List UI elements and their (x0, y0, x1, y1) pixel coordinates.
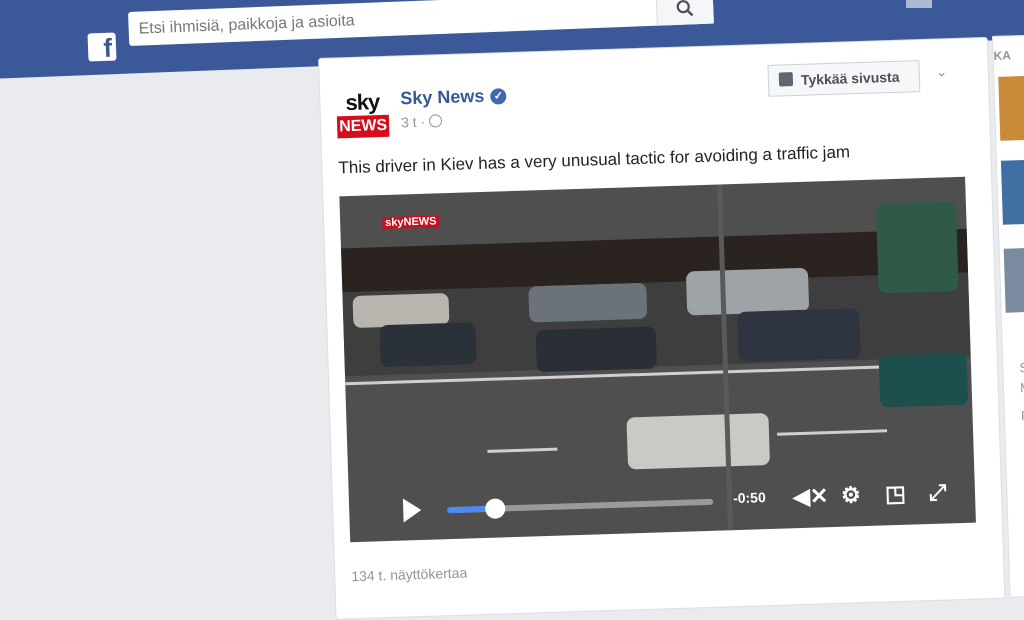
car (626, 413, 771, 470)
time-remaining: -0:50 (732, 489, 766, 507)
progress-handle[interactable] (484, 498, 506, 519)
chevron-down-icon[interactable]: ⌄ (935, 63, 947, 80)
mute-icon[interactable]: ◀✕ (793, 483, 829, 510)
facebook-logo-icon[interactable]: f (87, 32, 117, 63)
verified-badge-icon: ✓ (490, 88, 507, 105)
fullscreen-icon[interactable]: ⤢ (929, 479, 947, 506)
sky-news-avatar[interactable]: sky NEWS (336, 88, 390, 143)
page-name-link[interactable]: Sky News ✓ (400, 85, 507, 109)
sidebar-thumbnail[interactable] (1000, 159, 1024, 225)
sidebar-thumbnail[interactable] (1003, 247, 1024, 313)
page-name[interactable]: Sky News (400, 86, 485, 109)
sidebar-text: Ma (1019, 379, 1024, 396)
video-controls: -0:50 ◀✕ ⚙ ◳ ⤢ (348, 465, 976, 543)
car (685, 267, 810, 316)
search-button[interactable] (655, 0, 714, 26)
avatar-logo-bottom: NEWS (336, 114, 390, 139)
search-input[interactable]: Etsi ihmisiä, paikkoja ja asioita (138, 12, 355, 38)
truck (875, 201, 959, 294)
post-caption: This driver in Kiev has a very unusual t… (338, 142, 851, 178)
sidebar-text: Su (1019, 359, 1024, 376)
account-icon[interactable] (906, 0, 932, 8)
car (535, 326, 657, 373)
car (528, 282, 648, 323)
sidebar-thumbnail[interactable] (998, 76, 1024, 141)
road-marking (487, 447, 558, 453)
sidebar-heading: KA (993, 48, 1012, 63)
pip-icon[interactable]: ◳ (885, 481, 907, 508)
globe-icon (428, 114, 443, 128)
video-player[interactable]: skyNEWS -0:50 ◀✕ ⚙ ◳ ⤢ (339, 176, 976, 543)
car (737, 308, 861, 362)
play-icon[interactable] (402, 497, 422, 523)
road-marking (776, 429, 888, 436)
progress-bar[interactable] (447, 498, 714, 519)
like-page-label: Tykkää sivusta (800, 68, 900, 88)
like-page-button[interactable]: Tykkää sivusta (767, 60, 921, 97)
car (379, 322, 477, 368)
search-icon (676, 0, 694, 17)
post-card: sky NEWS Sky News ✓ 3 t · Tykkää sivusta … (318, 36, 1006, 620)
video-overlay-logo: skyNEWS (382, 215, 440, 230)
settings-gear-icon[interactable]: ⚙ (841, 482, 862, 509)
avatar-logo-top: sky (336, 88, 389, 117)
post-time[interactable]: 3 t · (401, 114, 426, 131)
view-count: 134 t. näyttökertaa (351, 564, 468, 585)
thumbs-up-icon (778, 72, 794, 87)
car (878, 352, 969, 408)
post-meta: 3 t · (401, 113, 443, 130)
